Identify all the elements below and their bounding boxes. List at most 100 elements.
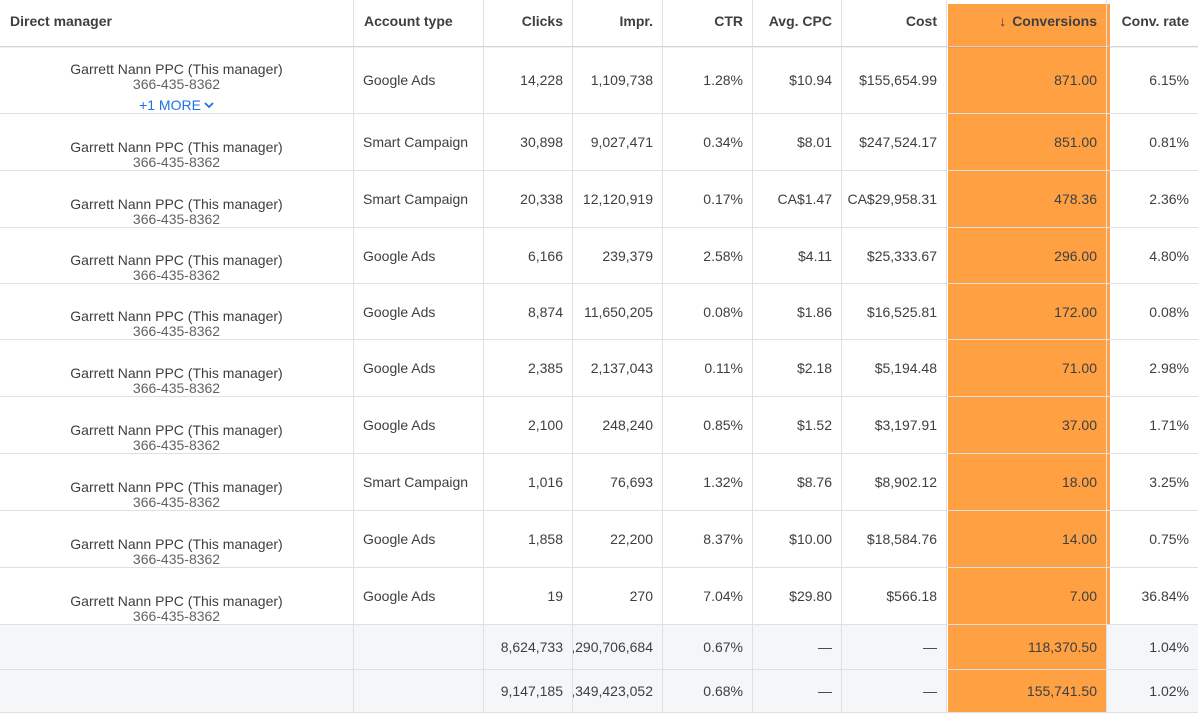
manager-name: Garrett Nann PPC (This manager) (70, 365, 283, 381)
total-conv-rate-cell: 1.02% (1107, 670, 1198, 713)
header-direct-manager[interactable]: Direct manager (0, 0, 354, 47)
manager-cell[interactable]: Garrett Nann PPC (This manager) 366-435-8… (0, 47, 354, 114)
manager-phone: 366-435-8362 (132, 154, 221, 170)
manager-name: Garrett Nann PPC (This manager) (70, 308, 283, 324)
impressions-cell: 248,240 (573, 397, 663, 454)
clicks-cell: 1,858 (484, 511, 573, 568)
header-avg-cpc[interactable]: Avg. CPC (753, 0, 842, 47)
account-type-cell: Google Ads (354, 47, 484, 114)
account-type-cell: Google Ads (354, 568, 484, 625)
manager-phone: 366-435-8362 (132, 494, 221, 510)
account-type-cell: Google Ads (354, 397, 484, 454)
total-avg-cpc-cell: — (753, 670, 842, 713)
clicks-cell: 19 (484, 568, 573, 625)
total-impressions-cell: 1,290,706,684 (573, 625, 663, 670)
header-conversions[interactable]: ↓ Conversions (947, 0, 1107, 47)
header-conversions-label: Conversions (1012, 13, 1097, 29)
account-type-cell: Google Ads (354, 340, 484, 397)
conversions-cell: 871.00 (947, 47, 1107, 114)
avg-cpc-cell: $1.52 (753, 397, 842, 454)
cost-cell: $566.18 (842, 568, 947, 625)
avg-cpc-cell: $29.80 (753, 568, 842, 625)
total-clicks-cell: 9,147,185 (484, 670, 573, 713)
account-type-cell: Smart Campaign (354, 171, 484, 228)
avg-cpc-cell: $4.11 (753, 228, 842, 284)
header-impressions[interactable]: Impr. (573, 0, 663, 47)
total-clicks-cell: 8,624,733 (484, 625, 573, 670)
ctr-cell: 0.34% (663, 114, 753, 171)
manager-name: Garrett Nann PPC (This manager) (70, 139, 283, 155)
chevron-down-icon (204, 101, 214, 108)
total-ctr-cell: 0.67% (663, 625, 753, 670)
ctr-cell: 0.85% (663, 397, 753, 454)
manager-cell[interactable]: Garrett Nann PPC (This manager) 366-435-8… (0, 284, 354, 340)
account-type-cell: Smart Campaign (354, 114, 484, 171)
manager-name: Garrett Nann PPC (This manager) (70, 61, 283, 77)
conversions-cell: 18.00 (947, 454, 1107, 511)
conv-rate-cell: 0.75% (1107, 511, 1198, 568)
manager-phone: 366-435-8362 (132, 551, 221, 567)
conversions-cell: 296.00 (947, 228, 1107, 284)
ctr-cell: 1.28% (663, 47, 753, 114)
total-cost-cell: — (842, 670, 947, 713)
avg-cpc-cell: $10.00 (753, 511, 842, 568)
impressions-cell: 1,109,738 (573, 47, 663, 114)
total-ctr-cell: 0.68% (663, 670, 753, 713)
cost-cell: $3,197.91 (842, 397, 947, 454)
manager-name: Garrett Nann PPC (This manager) (70, 593, 283, 609)
manager-cell[interactable]: Garrett Nann PPC (This manager) 366-435-8… (0, 171, 354, 228)
manager-phone: 366-435-8362 (132, 380, 221, 396)
manager-cell[interactable]: Garrett Nann PPC (This manager) 366-435-8… (0, 511, 354, 568)
manager-phone: 366-435-8362 (132, 323, 221, 339)
conversions-cell: 71.00 (947, 340, 1107, 397)
cost-cell: $18,584.76 (842, 511, 947, 568)
cost-cell: $16,525.81 (842, 284, 947, 340)
avg-cpc-cell: $8.76 (753, 454, 842, 511)
avg-cpc-cell: CA$1.47 (753, 171, 842, 228)
manager-cell[interactable]: Garrett Nann PPC (This manager) 366-435-8… (0, 454, 354, 511)
impressions-cell: 9,027,471 (573, 114, 663, 171)
ctr-cell: 2.58% (663, 228, 753, 284)
total-conversions-cell: 155,741.50 (947, 670, 1107, 713)
total-cost-cell: — (842, 625, 947, 670)
total-type-cell (354, 670, 484, 713)
manager-phone: 366-435-8362 (132, 437, 221, 453)
header-cost[interactable]: Cost (842, 0, 947, 47)
total-type-cell (354, 625, 484, 670)
manager-phone: 366-435-8362 (132, 76, 221, 92)
manager-name: Garrett Nann PPC (This manager) (70, 479, 283, 495)
cost-cell: $5,194.48 (842, 340, 947, 397)
conv-rate-cell: 4.80% (1107, 228, 1198, 284)
manager-cell[interactable]: Garrett Nann PPC (This manager) 366-435-8… (0, 397, 354, 454)
ctr-cell: 7.04% (663, 568, 753, 625)
clicks-cell: 6,166 (484, 228, 573, 284)
clicks-cell: 20,338 (484, 171, 573, 228)
conv-rate-cell: 36.84% (1107, 568, 1198, 625)
manager-cell[interactable]: Garrett Nann PPC (This manager) 366-435-8… (0, 228, 354, 284)
conversions-cell: 37.00 (947, 397, 1107, 454)
ctr-cell: 8.37% (663, 511, 753, 568)
manager-cell[interactable]: Garrett Nann PPC (This manager) 366-435-8… (0, 114, 354, 171)
ctr-cell: 0.17% (663, 171, 753, 228)
header-ctr[interactable]: CTR (663, 0, 753, 47)
header-account-type[interactable]: Account type (354, 0, 484, 47)
account-type-cell: Google Ads (354, 511, 484, 568)
conv-rate-cell: 0.81% (1107, 114, 1198, 171)
manager-cell[interactable]: Garrett Nann PPC (This manager) 366-435-8… (0, 568, 354, 625)
impressions-cell: 11,650,205 (573, 284, 663, 340)
more-link[interactable]: +1 MORE (139, 97, 214, 113)
conv-rate-cell: 1.71% (1107, 397, 1198, 454)
impressions-cell: 76,693 (573, 454, 663, 511)
manager-name: Garrett Nann PPC (This manager) (70, 536, 283, 552)
more-link-label: +1 MORE (139, 97, 201, 113)
manager-cell[interactable]: Garrett Nann PPC (This manager) 366-435-8… (0, 340, 354, 397)
header-conv-rate[interactable]: Conv. rate (1107, 0, 1198, 47)
impressions-cell: 2,137,043 (573, 340, 663, 397)
manager-phone: 366-435-8362 (132, 608, 221, 624)
total-label-cell (0, 670, 354, 713)
impressions-cell: 22,200 (573, 511, 663, 568)
conv-rate-cell: 3.25% (1107, 454, 1198, 511)
clicks-cell: 14,228 (484, 47, 573, 114)
total-conversions-cell: 118,370.50 (947, 625, 1107, 670)
header-clicks[interactable]: Clicks (484, 0, 573, 47)
